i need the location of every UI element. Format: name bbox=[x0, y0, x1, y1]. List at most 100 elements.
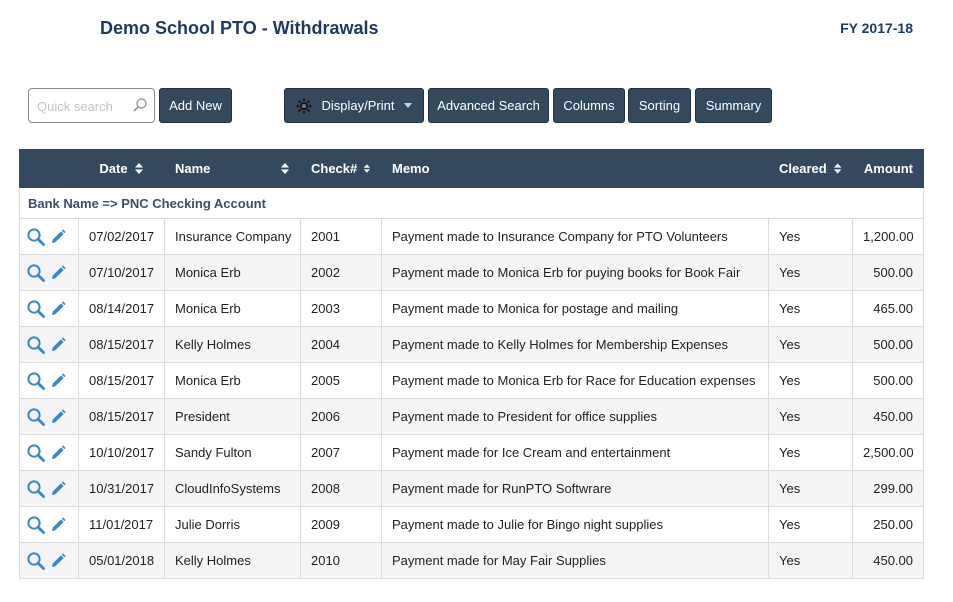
row-name: Julie Dorris bbox=[164, 506, 301, 543]
row-cleared: Yes bbox=[768, 434, 853, 471]
row-amount: 465.00 bbox=[852, 290, 924, 327]
magnifier-icon[interactable] bbox=[26, 407, 46, 427]
sort-arrows-icon[interactable] bbox=[363, 162, 371, 175]
row-cleared: Yes bbox=[768, 290, 853, 327]
row-check-number: 2005 bbox=[300, 362, 382, 399]
add-new-button[interactable]: Add New bbox=[159, 88, 232, 123]
row-date: 08/15/2017 bbox=[78, 362, 165, 399]
row-date: 11/01/2017 bbox=[78, 506, 165, 543]
row-check-number: 2009 bbox=[300, 506, 382, 543]
magnifier-icon[interactable] bbox=[26, 371, 46, 391]
row-actions bbox=[19, 290, 79, 327]
pencil-icon[interactable] bbox=[50, 372, 66, 389]
row-check-number: 2001 bbox=[300, 218, 382, 255]
row-amount: 500.00 bbox=[852, 326, 924, 363]
column-header-name-label: Name bbox=[175, 161, 211, 176]
row-cleared: Yes bbox=[768, 254, 853, 291]
row-check-number: 2004 bbox=[300, 326, 382, 363]
table-row: 07/02/2017 Insurance Company 2001 Paymen… bbox=[19, 218, 924, 255]
row-name: Monica Erb bbox=[164, 290, 301, 327]
row-cleared: Yes bbox=[768, 362, 853, 399]
pencil-icon[interactable] bbox=[50, 552, 66, 569]
row-name: Monica Erb bbox=[164, 362, 301, 399]
magnifier-icon[interactable] bbox=[26, 443, 46, 463]
group-label: Bank Name => PNC Checking Account bbox=[19, 187, 924, 219]
row-amount: 1,200.00 bbox=[852, 218, 924, 255]
display-print-label: Display/Print bbox=[321, 98, 395, 113]
pencil-icon[interactable] bbox=[50, 480, 66, 497]
pencil-icon[interactable] bbox=[50, 336, 66, 353]
magnifier-icon[interactable] bbox=[26, 335, 46, 355]
pencil-icon[interactable] bbox=[50, 408, 66, 425]
sort-arrows-icon[interactable] bbox=[833, 162, 842, 175]
row-date: 10/10/2017 bbox=[78, 434, 165, 471]
pencil-icon[interactable] bbox=[50, 300, 66, 317]
row-date: 08/14/2017 bbox=[78, 290, 165, 327]
search-icon[interactable] bbox=[132, 97, 148, 118]
table-row: 08/15/2017 Kelly Holmes 2004 Payment mad… bbox=[19, 326, 924, 363]
quick-search-box[interactable] bbox=[28, 88, 155, 123]
row-memo: Payment made to Monica for postage and m… bbox=[381, 290, 769, 327]
quick-search-input[interactable] bbox=[35, 97, 131, 115]
table-row: 10/10/2017 Sandy Fulton 2007 Payment mad… bbox=[19, 434, 924, 471]
row-amount: 450.00 bbox=[852, 398, 924, 435]
row-name: Kelly Holmes bbox=[164, 326, 301, 363]
toolbar: Add New Display/Print Advanced Search Co… bbox=[28, 88, 928, 124]
row-name: CloudInfoSystems bbox=[164, 470, 301, 507]
row-date: 05/01/2018 bbox=[78, 542, 165, 579]
row-actions bbox=[19, 470, 79, 507]
pencil-icon[interactable] bbox=[50, 516, 66, 533]
sorting-button[interactable]: Sorting bbox=[628, 88, 691, 123]
row-check-number: 2003 bbox=[300, 290, 382, 327]
row-cleared: Yes bbox=[768, 542, 853, 579]
row-actions bbox=[19, 506, 79, 543]
summary-button[interactable]: Summary bbox=[695, 88, 772, 123]
row-name: President bbox=[164, 398, 301, 435]
row-memo: Payment made to Julie for Bingo night su… bbox=[381, 506, 769, 543]
row-name: Insurance Company bbox=[164, 218, 301, 255]
fiscal-year-label: FY 2017-18 bbox=[840, 20, 913, 36]
magnifier-icon[interactable] bbox=[26, 479, 46, 499]
table-row: 08/15/2017 Monica Erb 2005 Payment made … bbox=[19, 362, 924, 399]
sort-arrows-icon[interactable] bbox=[134, 162, 144, 175]
column-header-date-label: Date bbox=[99, 161, 128, 176]
row-date: 08/15/2017 bbox=[78, 398, 165, 435]
row-actions bbox=[19, 218, 79, 255]
pencil-icon[interactable] bbox=[50, 228, 66, 245]
columns-button[interactable]: Columns bbox=[553, 88, 625, 123]
table-row: 08/14/2017 Monica Erb 2003 Payment made … bbox=[19, 290, 924, 327]
pencil-icon[interactable] bbox=[50, 444, 66, 461]
magnifier-icon[interactable] bbox=[26, 299, 46, 319]
row-amount: 2,500.00 bbox=[852, 434, 924, 471]
row-actions bbox=[19, 434, 79, 471]
magnifier-icon[interactable] bbox=[26, 263, 46, 283]
sort-arrows-icon[interactable] bbox=[280, 162, 290, 175]
magnifier-icon[interactable] bbox=[26, 515, 46, 535]
column-header-amount: Amount bbox=[852, 149, 924, 188]
advanced-search-button[interactable]: Advanced Search bbox=[428, 88, 549, 123]
magnifier-icon[interactable] bbox=[26, 227, 46, 247]
column-header-cleared[interactable]: Cleared bbox=[768, 149, 853, 188]
column-header-memo: Memo bbox=[381, 149, 769, 188]
column-header-name[interactable]: Name bbox=[164, 149, 301, 188]
column-header-cleared-label: Cleared bbox=[779, 161, 827, 176]
display-print-button[interactable]: Display/Print bbox=[284, 88, 424, 123]
table-row: 08/15/2017 President 2006 Payment made t… bbox=[19, 398, 924, 435]
column-header-check[interactable]: Check# bbox=[300, 149, 382, 188]
magnifier-icon[interactable] bbox=[26, 551, 46, 571]
table-header-row: Date Name Check# Memo Cleared Amount bbox=[19, 149, 924, 188]
row-check-number: 2008 bbox=[300, 470, 382, 507]
row-memo: Payment made to Kelly Holmes for Members… bbox=[381, 326, 769, 363]
row-date: 10/31/2017 bbox=[78, 470, 165, 507]
table-row: 10/31/2017 CloudInfoSystems 2008 Payment… bbox=[19, 470, 924, 507]
column-header-date[interactable]: Date bbox=[78, 149, 165, 188]
row-cleared: Yes bbox=[768, 218, 853, 255]
row-check-number: 2010 bbox=[300, 542, 382, 579]
row-amount: 450.00 bbox=[852, 542, 924, 579]
column-header-check-label: Check# bbox=[311, 161, 358, 176]
table-row: 05/01/2018 Kelly Holmes 2010 Payment mad… bbox=[19, 542, 924, 579]
pencil-icon[interactable] bbox=[50, 264, 66, 281]
row-amount: 299.00 bbox=[852, 470, 924, 507]
row-memo: Payment made for May Fair Supplies bbox=[381, 542, 769, 579]
row-date: 07/10/2017 bbox=[78, 254, 165, 291]
